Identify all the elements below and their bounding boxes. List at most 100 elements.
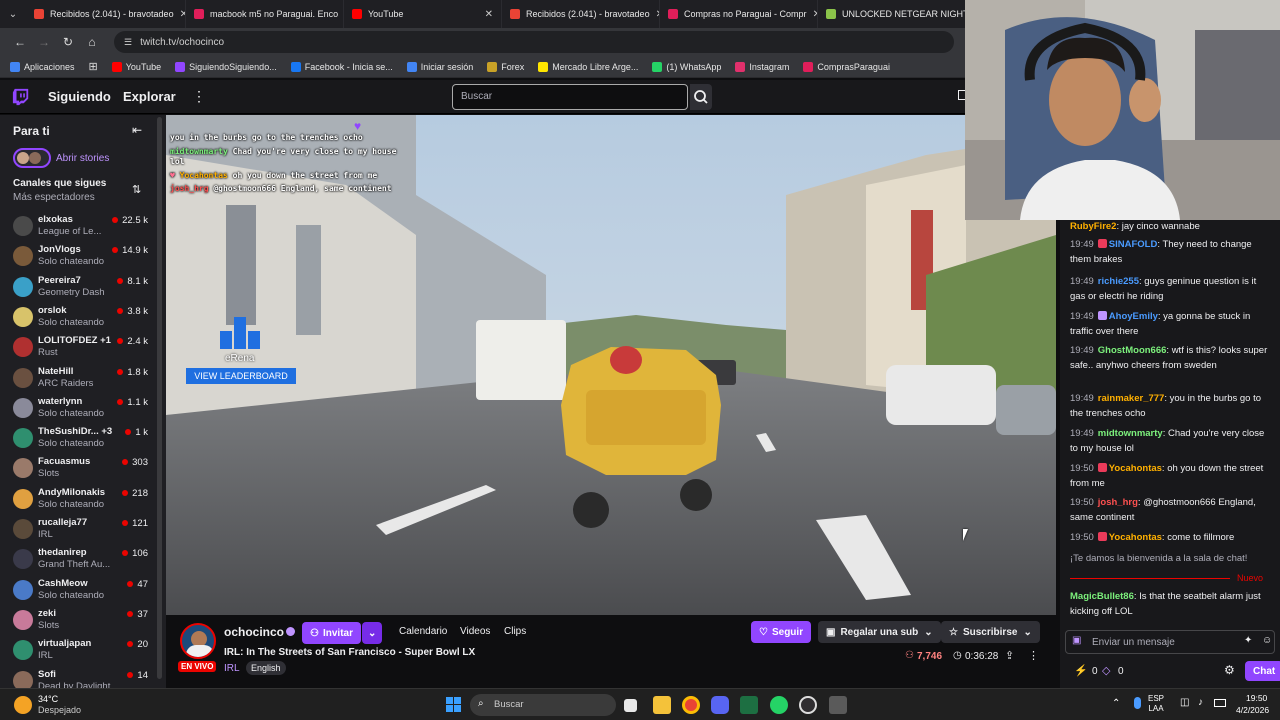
sidebar-channel[interactable]: rucalleja77 IRL 121 <box>0 516 156 546</box>
bookmark-item[interactable]: SiguiendoSiguiendo... <box>175 61 277 72</box>
sort-icon[interactable]: ⇅ <box>132 183 141 196</box>
effects-icon[interactable]: ✦ <box>1244 635 1252 646</box>
sidebar-channel[interactable]: LOLITOFDEZ +1 Rust 2.4 k <box>0 334 156 364</box>
more-options-icon[interactable]: ⋮ <box>1028 649 1039 662</box>
emote-picker-icon[interactable]: ▣ <box>1072 635 1081 646</box>
language-indicator[interactable]: ESP LAA <box>1148 694 1164 714</box>
sidebar-channel[interactable]: Facuasmus Slots 303 <box>0 455 156 485</box>
close-tab-icon[interactable]: ✕ <box>807 9 817 20</box>
battery-icon[interactable] <box>1214 699 1226 707</box>
sidebar-channel[interactable]: JonVlogs Solo chateando 14.9 k <box>0 243 156 273</box>
bookmark-item[interactable]: Instagram <box>735 61 789 72</box>
tab-videos[interactable]: Videos <box>460 626 490 637</box>
sidebar-channel[interactable]: zeki Slots 37 <box>0 607 156 637</box>
taskbar-search[interactable]: ⌕ Buscar <box>470 694 616 716</box>
open-stories-link[interactable]: Abrir stories <box>56 153 109 164</box>
sidebar-channel[interactable]: CashMeow Solo chateando 47 <box>0 577 156 607</box>
search-button[interactable] <box>690 84 712 110</box>
sidebar-channel[interactable]: Sofi Dead by Daylight 14 <box>0 668 156 688</box>
language-tag[interactable]: English <box>246 661 286 675</box>
tab-clips[interactable]: Clips <box>504 626 526 637</box>
chat-username[interactable]: GhostMoon666 <box>1098 345 1167 356</box>
category-link[interactable]: IRL <box>224 663 240 674</box>
view-leaderboard-button[interactable]: VIEW LEADERBOARD <box>186 368 296 384</box>
network-icon[interactable]: ◫ <box>1180 697 1189 708</box>
channel-name[interactable]: ochocinco <box>224 625 284 639</box>
sidebar-scrollbar[interactable] <box>157 117 162 679</box>
excel-icon[interactable] <box>740 696 758 714</box>
mic-icon[interactable] <box>1134 697 1141 709</box>
bits-icon[interactable]: ◇ <box>1102 664 1110 677</box>
chat-username[interactable]: AhoyEmily <box>1109 311 1158 322</box>
discord-icon[interactable] <box>711 696 729 714</box>
whatsapp-icon[interactable] <box>770 696 788 714</box>
nav-browse[interactable]: Explorar <box>123 89 176 104</box>
nav-following[interactable]: Siguiendo <box>48 89 111 104</box>
sidebar-channel[interactable]: NateHill ARC Raiders 1.8 k <box>0 365 156 395</box>
tray-chevron-icon[interactable]: ⌃ <box>1112 698 1120 709</box>
chat-username[interactable]: RubyFire2 <box>1070 221 1116 232</box>
chat-settings-icon[interactable]: ⚙ <box>1224 663 1235 677</box>
task-view-icon[interactable] <box>624 699 637 712</box>
more-options-icon[interactable]: ⋮ <box>192 88 206 105</box>
tab-calendar[interactable]: Calendario <box>399 626 447 637</box>
stories-avatars[interactable] <box>13 148 51 168</box>
sidebar-channel[interactable]: TheSushiDr... +3 Solo chateando 1 k <box>0 425 156 455</box>
chrome-icon[interactable] <box>682 696 700 714</box>
windows-start-icon[interactable] <box>446 697 461 712</box>
tab-list-button[interactable]: ⌄ <box>0 0 26 28</box>
reload-icon[interactable]: ↻ <box>56 35 80 49</box>
file-explorer-icon[interactable] <box>653 696 671 714</box>
chat-username[interactable]: Yocahontas <box>1109 463 1162 474</box>
chat-username[interactable]: rainmaker_777 <box>1098 393 1165 404</box>
emoji-icon[interactable]: ☺ <box>1262 635 1272 646</box>
bookmark-item[interactable]: Iniciar sesión <box>406 61 473 72</box>
forward-icon[interactable]: → <box>32 35 56 49</box>
browser-tab[interactable]: UNLOCKED NETGEAR NIGHTH <box>818 0 966 28</box>
close-tab-icon[interactable]: ✕ <box>479 9 493 20</box>
bookmark-item[interactable]: Mercado Libre Arge... <box>538 61 638 72</box>
follow-button[interactable]: ♡ Seguir <box>751 621 812 643</box>
bookmark-item[interactable]: Forex <box>487 61 524 72</box>
invite-dropdown-button[interactable]: ⌄ <box>362 622 383 644</box>
collapse-sidebar-icon[interactable]: ⇤ <box>132 123 142 137</box>
close-tab-icon[interactable]: ✕ <box>174 9 185 20</box>
chat-username[interactable]: SINAFOLD <box>1109 239 1158 250</box>
browser-tab[interactable]: YouTube ✕ <box>344 0 502 28</box>
browser-tab[interactable]: Recibidos (2.041) - bravotadeo✕ <box>26 0 186 28</box>
video-player[interactable]: you in the burbs go to the trenches ocho… <box>166 115 1056 615</box>
apps-grid-icon[interactable]: ⊞ <box>89 60 98 73</box>
chat-username[interactable]: Yocahontas <box>1109 532 1162 543</box>
twitch-logo-icon[interactable] <box>12 88 30 106</box>
bookmark-item[interactable]: Facebook - Inicia se... <box>290 61 393 72</box>
volume-icon[interactable]: ♪ <box>1198 697 1203 708</box>
sidebar-channel[interactable]: AndyMilonakis Solo chateando 218 <box>0 486 156 516</box>
chat-username[interactable]: richie255 <box>1098 276 1139 287</box>
sidebar-channel[interactable]: waterlynn Solo chateando 1.1 k <box>0 395 156 425</box>
url-field[interactable]: ☰ twitch.tv/ochocinco <box>114 31 954 53</box>
search-input[interactable]: Buscar <box>452 84 688 110</box>
chat-username[interactable]: midtownmarty <box>1098 428 1163 439</box>
weather-icon[interactable] <box>14 696 32 714</box>
chat-input[interactable]: ▣ Enviar un mensaje ✦ ☺ <box>1065 630 1275 654</box>
back-icon[interactable]: ← <box>8 35 32 49</box>
channel-points-icon[interactable]: ⚡ <box>1074 664 1088 677</box>
sidebar-channel[interactable]: thedanirep Grand Theft Au... 106 <box>0 546 156 576</box>
site-info-icon[interactable]: ☰ <box>124 37 132 48</box>
sidebar-channel[interactable]: elxokas League of Le... 22.5 k <box>0 213 156 243</box>
chat-username[interactable]: josh_hrg <box>1098 497 1138 508</box>
gift-sub-button[interactable]: ▣ Regalar una sub ⌄ <box>818 621 941 643</box>
obs-icon[interactable] <box>799 696 817 714</box>
browser-tab[interactable]: Compras no Paraguai - Compr✕ <box>660 0 818 28</box>
bookmark-item[interactable]: Aplicaciones <box>10 61 75 72</box>
home-icon[interactable]: ⌂ <box>80 35 104 49</box>
clock-date[interactable]: 4/2/2026 <box>1236 705 1269 715</box>
share-icon[interactable]: ⇪ <box>1005 649 1014 662</box>
browser-tab[interactable]: Recibidos (2.041) - bravotadeo✕ <box>502 0 660 28</box>
close-tab-icon[interactable]: ✕ <box>650 9 659 20</box>
bookmark-item[interactable]: YouTube <box>111 61 161 72</box>
subscribe-button[interactable]: ☆ Suscribirse ⌄ <box>941 621 1040 643</box>
chat-username[interactable]: MagicBullet86 <box>1070 591 1134 602</box>
sidebar-channel[interactable]: Peereira7 Geometry Dash 8.1 k <box>0 274 156 304</box>
sidebar-channel[interactable]: virtualjapan IRL 20 <box>0 637 156 667</box>
